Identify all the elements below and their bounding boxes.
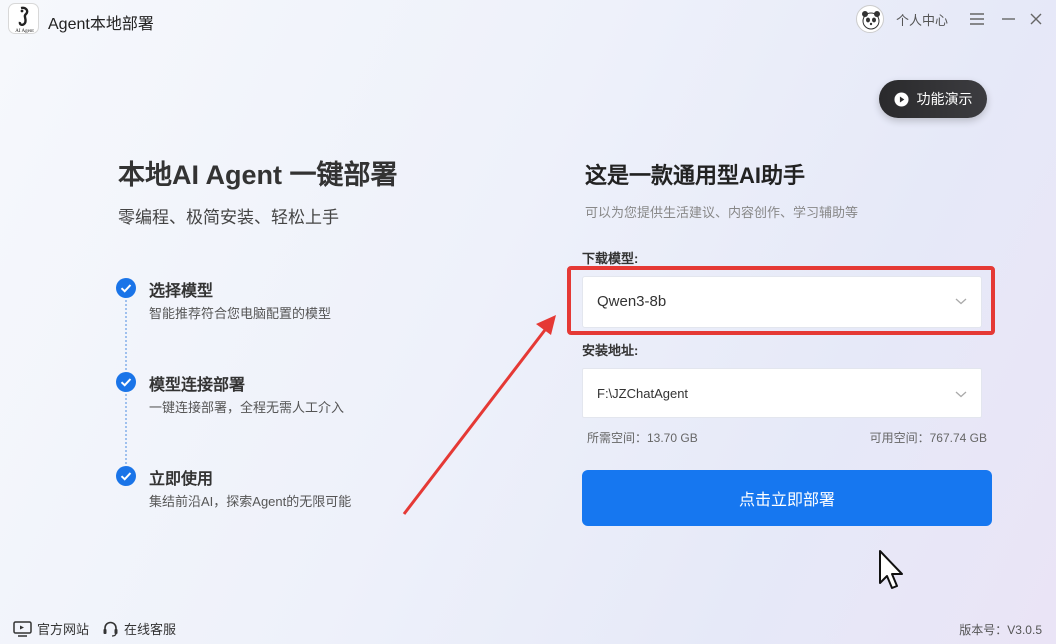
user-center[interactable]: 个人中心 — [856, 5, 948, 33]
step-title: 立即使用 — [149, 471, 214, 488]
space-needed: 所需空间：13.70 GB — [587, 431, 698, 445]
step-title: 选择模型 — [149, 283, 214, 300]
check-circle-icon — [116, 372, 136, 392]
official-website-label[interactable]: 官方网站 — [37, 619, 89, 638]
step-item: 选择模型 智能推荐符合您电脑配置的模型 — [116, 277, 436, 327]
minimize-icon[interactable] — [997, 8, 1019, 30]
check-circle-icon — [116, 278, 136, 298]
step-item: 立即使用 集结前沿AI，探索Agent的无限可能 — [116, 465, 436, 515]
path-label: 安装地址: — [582, 343, 639, 358]
check-circle-icon — [116, 466, 136, 486]
annotation-highlight-box — [567, 266, 995, 335]
install-path-value: F:\JZChatAgent — [597, 386, 689, 401]
hero-subtitle: 零编程、极简安装、轻松上手 — [118, 208, 339, 227]
model-label: 下载模型: — [582, 251, 639, 266]
step-desc: 集结前沿AI，探索Agent的无限可能 — [149, 494, 352, 509]
official-website-link[interactable]: 官方网站 — [13, 619, 89, 638]
install-path-select[interactable]: F:\JZChatAgent — [582, 368, 982, 418]
close-icon[interactable] — [1025, 8, 1047, 30]
step-desc: 智能推荐符合您电脑配置的模型 — [149, 306, 332, 321]
headset-icon — [103, 621, 118, 637]
space-available: 可用空间：767.74 GB — [869, 431, 987, 445]
hamburger-menu-icon[interactable] — [966, 8, 988, 30]
title-bar: AI Agent Agent本地部署 个人中心 — [0, 0, 1056, 38]
step-desc: 一键连接部署，全程无需人工介入 — [149, 400, 345, 415]
chevron-down-icon — [955, 391, 967, 398]
mouse-cursor-icon — [879, 550, 903, 589]
feature-demo-label: 功能演示 — [916, 91, 973, 107]
app-title: Agent本地部署 — [48, 16, 154, 33]
step-title: 模型连接部署 — [149, 377, 246, 394]
hero-title: 本地AI Agent 一键部署 — [118, 160, 398, 190]
svg-text:AI Agent: AI Agent — [15, 29, 34, 34]
assistant-subtitle: 可以为您提供生活建议、内容创作、学习辅助等 — [585, 205, 859, 220]
monitor-icon — [13, 620, 32, 637]
online-service-label[interactable]: 在线客服 — [124, 619, 176, 638]
deploy-button[interactable]: 点击立即部署 — [582, 470, 992, 526]
user-center-label[interactable]: 个人中心 — [896, 10, 948, 29]
step-item: 模型连接部署 一键连接部署，全程无需人工介入 — [116, 371, 436, 421]
feature-demo-button[interactable]: 功能演示 — [879, 80, 987, 118]
assistant-title: 这是一款通用型AI助手 — [585, 163, 806, 188]
version-label: 版本号：V3.0.5 — [959, 623, 1042, 637]
online-service-link[interactable]: 在线客服 — [102, 619, 176, 638]
avatar[interactable] — [856, 5, 884, 33]
play-circle-icon — [893, 91, 909, 107]
app-logo: AI Agent — [8, 3, 39, 34]
